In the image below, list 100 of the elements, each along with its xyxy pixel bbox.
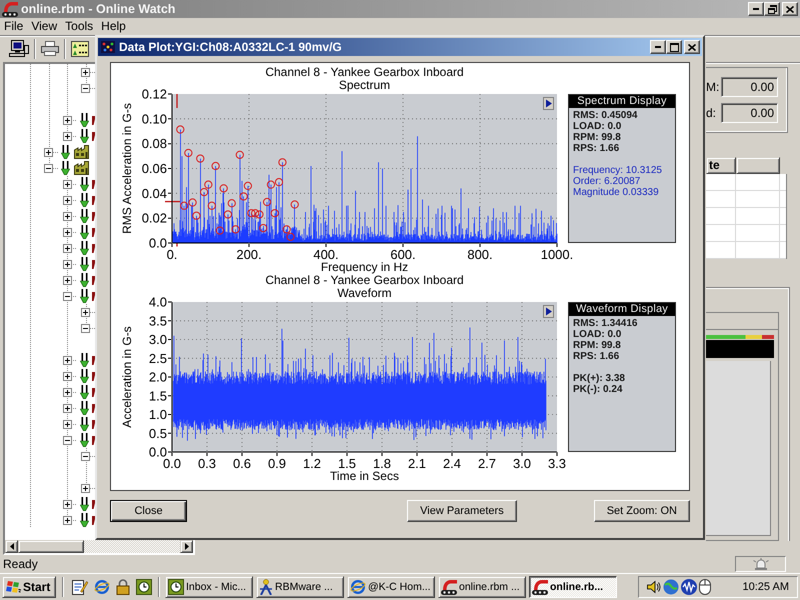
- peak-marker: [232, 225, 240, 234]
- pulse-icon[interactable]: [681, 579, 697, 595]
- chart-title: Channel 8 - Yankee Gearbox Inboard: [265, 65, 464, 79]
- x-tick-label: 2.4: [442, 456, 462, 471]
- minimize-button[interactable]: [748, 2, 764, 16]
- restore-button[interactable]: [764, 2, 780, 16]
- plus-box-icon[interactable]: [62, 180, 72, 188]
- column-header[interactable]: te: [706, 157, 736, 174]
- taskbar-button[interactable]: Inbox - Mic...: [165, 576, 253, 598]
- taskbar-button[interactable]: online.rbm ...: [438, 576, 526, 598]
- x-tick-label: 2.1: [408, 456, 426, 471]
- scroll-thumb[interactable]: [18, 540, 84, 553]
- x-tick-label: 1.5: [338, 456, 356, 471]
- globe-icon: [350, 579, 366, 595]
- x-tick-label: 400.: [313, 247, 339, 262]
- minus-box-icon[interactable]: [81, 84, 90, 92]
- plus-box-icon[interactable]: [81, 68, 90, 76]
- y-axis-title: Acceleration in G-s: [120, 326, 134, 428]
- plus-box-icon[interactable]: [62, 196, 72, 204]
- menu-item[interactable]: View: [27, 18, 62, 35]
- plus-box-icon[interactable]: [62, 516, 72, 524]
- maximize-button[interactable]: [666, 40, 682, 54]
- plus-box-icon[interactable]: [81, 484, 90, 492]
- scroll-right-button[interactable]: [180, 540, 193, 553]
- taskbar-button[interactable]: RBMware ...: [256, 576, 344, 598]
- panel-title: Waveform Display: [569, 303, 675, 316]
- arrow-button[interactable]: [543, 97, 554, 110]
- color-scale: [706, 335, 774, 339]
- chart-subtitle: Spectrum: [338, 78, 390, 92]
- minus-box-icon[interactable]: [62, 292, 72, 300]
- minimize-button[interactable]: [650, 40, 666, 54]
- triangle-icon: [546, 100, 552, 108]
- clock-icon: [168, 579, 184, 595]
- speaker-icon[interactable]: [647, 580, 661, 594]
- minus-box-icon[interactable]: [81, 324, 90, 332]
- minus-box-icon[interactable]: [62, 436, 72, 444]
- logo-icon: [441, 580, 457, 594]
- horizontal-scrollbar[interactable]: [5, 540, 193, 553]
- plus-box-icon[interactable]: [62, 260, 72, 268]
- plus-box-icon[interactable]: [62, 404, 72, 412]
- sensor-icon: [80, 273, 88, 287]
- notepad-icon[interactable]: [72, 579, 88, 595]
- taskbar-button[interactable]: @K-C Hom...: [347, 576, 435, 598]
- clock-icon[interactable]: [136, 579, 152, 595]
- dialog-button[interactable]: View Parameters: [407, 500, 517, 522]
- scroll-left-button[interactable]: [5, 540, 18, 553]
- minimize-icon: [655, 46, 661, 48]
- peak-marker: [290, 200, 299, 209]
- sensor-icon: [61, 145, 70, 159]
- menu-item[interactable]: Tools: [61, 18, 98, 35]
- list-icon[interactable]: [71, 40, 89, 56]
- peak-marker: [196, 154, 204, 163]
- plus-box-icon[interactable]: [62, 116, 72, 124]
- plus-box-icon[interactable]: [62, 500, 72, 508]
- column-header[interactable]: [736, 157, 780, 174]
- left-arrow-icon: [10, 543, 14, 550]
- y-tick-label: 4.0: [148, 294, 167, 310]
- x-tick-label: 200.: [236, 247, 262, 262]
- mouse-icon[interactable]: [699, 579, 711, 595]
- plus-box-icon[interactable]: [44, 148, 54, 156]
- taskbar-button[interactable]: online.rb...: [529, 576, 617, 598]
- peak-marker: [266, 180, 276, 189]
- dialog-button[interactable]: Close: [110, 500, 187, 522]
- plus-box-icon[interactable]: [62, 356, 72, 364]
- minus-box-icon[interactable]: [81, 452, 90, 460]
- computer-icon[interactable]: [9, 40, 29, 57]
- peak-marker: [216, 226, 224, 235]
- close-button[interactable]: [782, 2, 798, 16]
- plus-box-icon[interactable]: [62, 228, 72, 236]
- reading-text: LOAD: 0.0: [573, 121, 622, 132]
- plus-box-icon[interactable]: [62, 420, 72, 428]
- sensor-icon: [80, 129, 88, 143]
- printer-icon[interactable]: [41, 41, 59, 56]
- value-field: 0.00: [721, 103, 778, 123]
- y-tick-label: 1.5: [148, 388, 167, 404]
- sensor-icon: [80, 401, 88, 415]
- arrow-button[interactable]: [543, 305, 554, 318]
- plus-box-icon[interactable]: [62, 372, 72, 380]
- plus-box-icon[interactable]: [81, 308, 90, 316]
- peak-marker: [251, 209, 260, 218]
- plus-box-icon[interactable]: [62, 244, 72, 252]
- peak-marker: [184, 148, 192, 158]
- plus-box-icon[interactable]: [62, 276, 72, 284]
- start-button[interactable]: Start: [2, 576, 56, 598]
- y-tick-label: 1.0: [148, 407, 167, 422]
- minus-box-icon[interactable]: [44, 164, 54, 172]
- close-button[interactable]: [684, 40, 700, 54]
- plus-box-icon[interactable]: [62, 388, 72, 396]
- menu-item[interactable]: File: [0, 18, 28, 35]
- plus-box-icon[interactable]: [62, 212, 72, 220]
- right-arrow-icon: [184, 543, 188, 550]
- peak-marker: [236, 150, 244, 159]
- sensor-icon: [80, 369, 88, 383]
- padlock-icon[interactable]: [116, 579, 130, 595]
- dialog-button[interactable]: Set Zoom: ON: [594, 500, 690, 522]
- plus-box-icon[interactable]: [62, 132, 72, 140]
- menu-item[interactable]: Help: [97, 18, 130, 35]
- peak-marker: [247, 209, 256, 218]
- globe-icon[interactable]: [94, 579, 110, 595]
- flag-icon: [6, 580, 21, 594]
